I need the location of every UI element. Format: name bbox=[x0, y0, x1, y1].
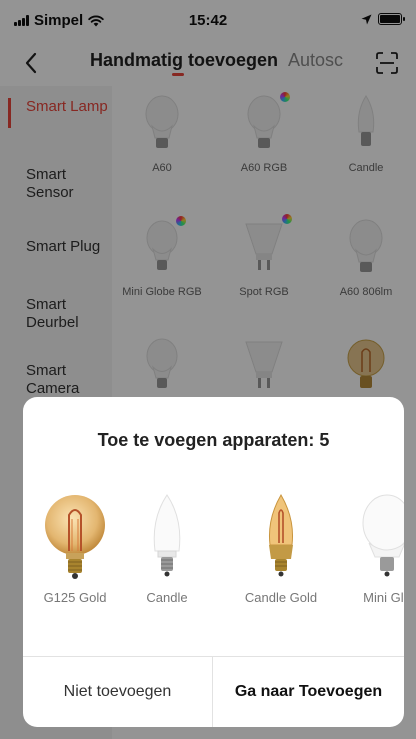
device-label: G125 Gold bbox=[43, 590, 107, 605]
device-card[interactable]: G125 Gold bbox=[23, 467, 127, 617]
bulb-icon bbox=[362, 494, 404, 577]
go-to-add-button[interactable]: Ga naar Toevoegen bbox=[213, 657, 404, 727]
device-label: Candle Gold bbox=[244, 590, 318, 605]
device-label: Candle bbox=[146, 590, 188, 605]
device-card[interactable]: Candle Gold bbox=[229, 467, 333, 617]
device-card[interactable]: Candle bbox=[115, 467, 219, 617]
device-card[interactable]: Mini Glo bbox=[335, 467, 404, 617]
candle-gold-icon bbox=[269, 494, 293, 577]
candle-bulb-icon bbox=[153, 494, 181, 577]
dialog-title: Toe te voegen apparaten: 5 bbox=[97, 430, 330, 450]
device-carousel[interactable]: G125 Gold Candle Candle Gold Mini Gl bbox=[23, 467, 404, 617]
add-devices-dialog: Toe te voegen apparaten: 5 G125 Gold Can… bbox=[23, 397, 404, 727]
filament-globe-icon bbox=[45, 495, 105, 579]
device-label: Mini Glo bbox=[363, 590, 404, 605]
skip-add-button[interactable]: Niet toevoegen bbox=[23, 657, 212, 727]
